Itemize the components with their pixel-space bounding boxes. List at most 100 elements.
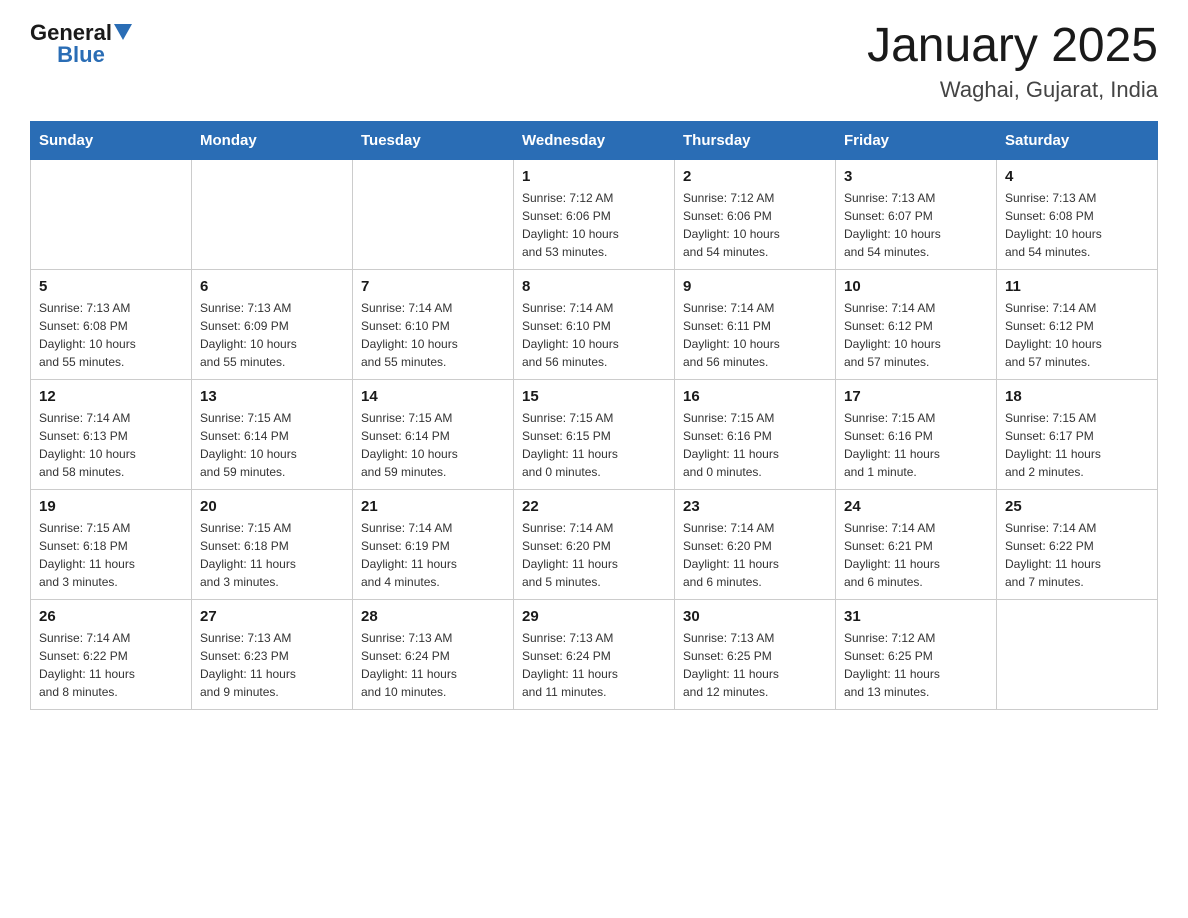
calendar-cell: 15Sunrise: 7:15 AM Sunset: 6:15 PM Dayli…	[514, 379, 675, 489]
calendar-cell: 5Sunrise: 7:13 AM Sunset: 6:08 PM Daylig…	[31, 269, 192, 379]
day-number: 12	[39, 388, 183, 405]
day-number: 27	[200, 608, 344, 625]
day-number: 10	[844, 278, 988, 295]
day-info: Sunrise: 7:13 AM Sunset: 6:08 PM Dayligh…	[39, 299, 183, 371]
day-info: Sunrise: 7:14 AM Sunset: 6:22 PM Dayligh…	[39, 629, 183, 701]
calendar-cell: 11 Sunrise: 7:14 AM Sunset: 6:12 PM Dayli…	[997, 269, 1158, 379]
day-number: 31	[844, 608, 988, 625]
day-info: Sunrise: 7:13 AM Sunset: 6:24 PM Dayligh…	[361, 629, 505, 701]
day-number: 21	[361, 498, 505, 515]
calendar-cell: 17 Sunrise: 7:15 AM Sunset: 6:16 PM Dayli…	[836, 379, 997, 489]
calendar-cell: 18 Sunrise: 7:15 AM Sunset: 6:17 PM Dayli…	[997, 379, 1158, 489]
calendar-cell: 16 Sunrise: 7:15 AM Sunset: 6:16 PM Dayli…	[675, 379, 836, 489]
calendar-cell: 12 Sunrise: 7:14 AM Sunset: 6:13 PM Dayli…	[31, 379, 192, 489]
day-info: Sunrise: 7:12 AM Sunset: 6:06 PM Dayligh…	[522, 189, 666, 261]
day-info: Sunrise: 7:13 AM Sunset: 6:24 PM Dayligh…	[522, 629, 666, 701]
calendar-cell: 14Sunrise: 7:15 AM Sunset: 6:14 PM Dayli…	[353, 379, 514, 489]
day-number: 29	[522, 608, 666, 625]
day-info: Sunrise: 7:14 AM Sunset: 6:13 PM Dayligh…	[39, 409, 183, 481]
day-number: 18	[1005, 388, 1149, 405]
day-info: Sunrise: 7:15 AM Sunset: 6:16 PM Dayligh…	[683, 409, 827, 481]
day-info: Sunrise: 7:15 AM Sunset: 6:16 PM Dayligh…	[844, 409, 988, 481]
calendar-cell: 28 Sunrise: 7:13 AM Sunset: 6:24 PM Dayli…	[353, 599, 514, 709]
calendar-cell: 9 Sunrise: 7:14 AM Sunset: 6:11 PM Daylig…	[675, 269, 836, 379]
calendar-cell: 4 Sunrise: 7:13 AM Sunset: 6:08 PM Daylig…	[997, 159, 1158, 269]
day-number: 17	[844, 388, 988, 405]
day-info: Sunrise: 7:13 AM Sunset: 6:23 PM Dayligh…	[200, 629, 344, 701]
day-info: Sunrise: 7:14 AM Sunset: 6:12 PM Dayligh…	[1005, 299, 1149, 371]
day-number: 8	[522, 278, 666, 295]
day-info: Sunrise: 7:13 AM Sunset: 6:08 PM Dayligh…	[1005, 189, 1149, 261]
day-number: 11	[1005, 278, 1149, 295]
calendar-cell	[31, 159, 192, 269]
day-number: 24	[844, 498, 988, 515]
calendar-cell: 27 Sunrise: 7:13 AM Sunset: 6:23 PM Dayli…	[192, 599, 353, 709]
day-number: 26	[39, 608, 183, 625]
day-number: 9	[683, 278, 827, 295]
calendar-cell: 2 Sunrise: 7:12 AM Sunset: 6:06 PM Daylig…	[675, 159, 836, 269]
day-info: Sunrise: 7:12 AM Sunset: 6:06 PM Dayligh…	[683, 189, 827, 261]
calendar-cell: 13 Sunrise: 7:15 AM Sunset: 6:14 PM Dayli…	[192, 379, 353, 489]
week-row-2: 5Sunrise: 7:13 AM Sunset: 6:08 PM Daylig…	[31, 269, 1158, 379]
header-sunday: Sunday	[31, 121, 192, 159]
calendar-table: SundayMondayTuesdayWednesdayThursdayFrid…	[30, 121, 1158, 710]
calendar-title: January 2025	[867, 20, 1158, 73]
day-number: 16	[683, 388, 827, 405]
day-info: Sunrise: 7:15 AM Sunset: 6:18 PM Dayligh…	[39, 519, 183, 591]
day-info: Sunrise: 7:14 AM Sunset: 6:19 PM Dayligh…	[361, 519, 505, 591]
day-info: Sunrise: 7:15 AM Sunset: 6:14 PM Dayligh…	[361, 409, 505, 481]
day-info: Sunrise: 7:14 AM Sunset: 6:12 PM Dayligh…	[844, 299, 988, 371]
day-number: 23	[683, 498, 827, 515]
calendar-cell: 30Sunrise: 7:13 AM Sunset: 6:25 PM Dayli…	[675, 599, 836, 709]
calendar-cell: 7Sunrise: 7:14 AM Sunset: 6:10 PM Daylig…	[353, 269, 514, 379]
calendar-cell: 26 Sunrise: 7:14 AM Sunset: 6:22 PM Dayli…	[31, 599, 192, 709]
calendar-cell: 24 Sunrise: 7:14 AM Sunset: 6:21 PM Dayli…	[836, 489, 997, 599]
week-row-4: 19 Sunrise: 7:15 AM Sunset: 6:18 PM Dayli…	[31, 489, 1158, 599]
day-info: Sunrise: 7:13 AM Sunset: 6:09 PM Dayligh…	[200, 299, 344, 371]
day-number: 30	[683, 608, 827, 625]
calendar-cell: 6Sunrise: 7:13 AM Sunset: 6:09 PM Daylig…	[192, 269, 353, 379]
day-info: Sunrise: 7:14 AM Sunset: 6:20 PM Dayligh…	[683, 519, 827, 591]
calendar-cell: 3Sunrise: 7:13 AM Sunset: 6:07 PM Daylig…	[836, 159, 997, 269]
calendar-cell	[192, 159, 353, 269]
day-number: 20	[200, 498, 344, 515]
day-number: 3	[844, 168, 988, 185]
page-header: General Blue January 2025 Waghai, Gujara…	[30, 20, 1158, 103]
calendar-cell: 29 Sunrise: 7:13 AM Sunset: 6:24 PM Dayli…	[514, 599, 675, 709]
header-saturday: Saturday	[997, 121, 1158, 159]
header-monday: Monday	[192, 121, 353, 159]
calendar-cell: 1 Sunrise: 7:12 AM Sunset: 6:06 PM Daylig…	[514, 159, 675, 269]
title-block: January 2025 Waghai, Gujarat, India	[867, 20, 1158, 103]
day-info: Sunrise: 7:14 AM Sunset: 6:11 PM Dayligh…	[683, 299, 827, 371]
day-number: 28	[361, 608, 505, 625]
header-friday: Friday	[836, 121, 997, 159]
calendar-cell: 22 Sunrise: 7:14 AM Sunset: 6:20 PM Dayli…	[514, 489, 675, 599]
day-info: Sunrise: 7:14 AM Sunset: 6:10 PM Dayligh…	[361, 299, 505, 371]
logo-blue-text: Blue	[57, 42, 105, 68]
day-number: 25	[1005, 498, 1149, 515]
calendar-header-row: SundayMondayTuesdayWednesdayThursdayFrid…	[31, 121, 1158, 159]
day-info: Sunrise: 7:15 AM Sunset: 6:15 PM Dayligh…	[522, 409, 666, 481]
day-number: 1	[522, 168, 666, 185]
day-info: Sunrise: 7:14 AM Sunset: 6:21 PM Dayligh…	[844, 519, 988, 591]
header-thursday: Thursday	[675, 121, 836, 159]
week-row-1: 1 Sunrise: 7:12 AM Sunset: 6:06 PM Daylig…	[31, 159, 1158, 269]
calendar-cell: 31 Sunrise: 7:12 AM Sunset: 6:25 PM Dayli…	[836, 599, 997, 709]
calendar-cell: 8 Sunrise: 7:14 AM Sunset: 6:10 PM Daylig…	[514, 269, 675, 379]
day-info: Sunrise: 7:15 AM Sunset: 6:17 PM Dayligh…	[1005, 409, 1149, 481]
day-number: 22	[522, 498, 666, 515]
day-number: 13	[200, 388, 344, 405]
day-info: Sunrise: 7:14 AM Sunset: 6:20 PM Dayligh…	[522, 519, 666, 591]
calendar-cell: 21 Sunrise: 7:14 AM Sunset: 6:19 PM Dayli…	[353, 489, 514, 599]
day-info: Sunrise: 7:15 AM Sunset: 6:18 PM Dayligh…	[200, 519, 344, 591]
day-info: Sunrise: 7:15 AM Sunset: 6:14 PM Dayligh…	[200, 409, 344, 481]
calendar-cell: 20 Sunrise: 7:15 AM Sunset: 6:18 PM Dayli…	[192, 489, 353, 599]
logo-icon: General Blue	[30, 20, 132, 68]
day-info: Sunrise: 7:14 AM Sunset: 6:10 PM Dayligh…	[522, 299, 666, 371]
day-number: 2	[683, 168, 827, 185]
day-number: 4	[1005, 168, 1149, 185]
day-number: 19	[39, 498, 183, 515]
calendar-cell: 25Sunrise: 7:14 AM Sunset: 6:22 PM Dayli…	[997, 489, 1158, 599]
day-info: Sunrise: 7:12 AM Sunset: 6:25 PM Dayligh…	[844, 629, 988, 701]
header-wednesday: Wednesday	[514, 121, 675, 159]
